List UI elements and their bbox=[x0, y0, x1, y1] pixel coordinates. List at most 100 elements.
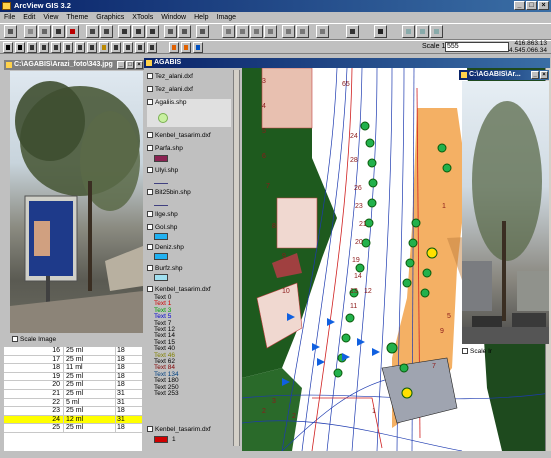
help-icon[interactable] bbox=[346, 25, 359, 38]
image-info-icon[interactable] bbox=[193, 42, 203, 53]
menu-graphics[interactable]: Graphics bbox=[96, 12, 124, 23]
theme-properties-icon[interactable] bbox=[38, 25, 51, 38]
zoom-previous-icon[interactable] bbox=[164, 25, 177, 38]
toc-item-parfa[interactable]: Parfa.shp bbox=[147, 145, 183, 152]
toc-item-kenbel-1[interactable]: Kenbel_tasarim.dxf bbox=[147, 132, 211, 139]
save-project-icon[interactable] bbox=[4, 25, 17, 38]
scale-image-checkbox-right[interactable]: Scale Ir bbox=[462, 348, 492, 355]
table-row[interactable]: 17 25 ml 18 bbox=[4, 355, 142, 365]
menu-file[interactable]: File bbox=[4, 12, 15, 23]
measure-icon[interactable] bbox=[87, 42, 97, 53]
toc-checkbox[interactable] bbox=[147, 189, 153, 196]
zoom-out-tool-icon[interactable] bbox=[63, 42, 73, 53]
sigma-icon[interactable] bbox=[374, 25, 387, 38]
text-tool-icon[interactable] bbox=[123, 42, 133, 53]
image-scale-icon[interactable] bbox=[416, 25, 429, 38]
zoom-full-icon[interactable] bbox=[86, 25, 99, 38]
toc-checkbox[interactable] bbox=[147, 211, 153, 218]
menu-help[interactable]: Help bbox=[194, 12, 208, 23]
toc-item-gol[interactable]: Gol.shp bbox=[147, 224, 177, 231]
menu-image[interactable]: Image bbox=[217, 12, 236, 23]
zoom-in-tool-icon[interactable] bbox=[51, 42, 61, 53]
map-calc-icon[interactable] bbox=[282, 25, 295, 38]
chart-icon[interactable] bbox=[316, 25, 329, 38]
left-image-titlebar[interactable]: C:\AGABIS\Arazi_foto\343.jpg _ □ × bbox=[4, 60, 144, 70]
locate-address-icon[interactable] bbox=[236, 25, 249, 38]
identify-icon[interactable] bbox=[3, 42, 13, 53]
menu-edit[interactable]: Edit bbox=[23, 12, 35, 23]
edit-legend-icon[interactable] bbox=[52, 25, 65, 38]
area-select-icon[interactable] bbox=[111, 42, 121, 53]
select-features-icon[interactable] bbox=[178, 25, 191, 38]
draw-point-icon[interactable] bbox=[135, 42, 145, 53]
table-row[interactable]: 21 25 ml 31 bbox=[4, 389, 142, 399]
menu-view[interactable]: View bbox=[43, 12, 58, 23]
table-row[interactable]: 19 25 ml 18 bbox=[4, 372, 142, 382]
table-row[interactable]: 23 25 ml 18 bbox=[4, 407, 142, 416]
maximize-button[interactable]: □ bbox=[126, 61, 134, 69]
clear-selection-icon[interactable] bbox=[264, 25, 277, 38]
zoom-in-icon[interactable] bbox=[132, 25, 145, 38]
checkbox[interactable] bbox=[462, 348, 468, 355]
toc-checkbox[interactable] bbox=[147, 73, 153, 80]
toc-checkbox[interactable] bbox=[147, 244, 153, 251]
hot-link-icon[interactable] bbox=[250, 25, 263, 38]
toc-item-tez-alani-1[interactable]: Tez_alani.dxf bbox=[147, 73, 193, 80]
open-table-icon[interactable] bbox=[66, 25, 79, 38]
close-button[interactable]: × bbox=[540, 71, 548, 79]
toc-item-deniz[interactable]: Deniz.shp bbox=[147, 244, 184, 251]
menu-theme[interactable]: Theme bbox=[66, 12, 88, 23]
scale-image-checkbox[interactable]: Scale Image bbox=[12, 336, 56, 343]
menu-xtools[interactable]: XTools bbox=[132, 12, 153, 23]
toc-checkbox[interactable] bbox=[147, 99, 153, 106]
hotlink-tool-icon[interactable] bbox=[99, 42, 109, 53]
zoom-selected-icon[interactable] bbox=[118, 25, 131, 38]
toc-item-kenbel-2[interactable]: Kenbel_tasarim.dxf bbox=[147, 286, 211, 293]
toc-vertical-scrollbar[interactable] bbox=[233, 70, 239, 446]
toc-item-ilge[interactable]: Ilge.shp bbox=[147, 211, 178, 218]
toc-checkbox[interactable] bbox=[147, 265, 153, 272]
toc-checkbox[interactable] bbox=[147, 86, 153, 93]
toc-checkbox[interactable] bbox=[147, 426, 153, 433]
view-window-titlebar[interactable]: AGABIS bbox=[144, 58, 550, 68]
scale-input[interactable]: 555 bbox=[445, 42, 509, 52]
toc-item-bit25bin[interactable]: Bit25bin.shp bbox=[147, 189, 191, 196]
close-button[interactable]: × bbox=[538, 1, 549, 10]
table-row-selected[interactable]: 24 12 ml 31 bbox=[4, 415, 142, 425]
vertex-edit-icon[interactable] bbox=[27, 42, 37, 53]
table-row[interactable]: 20 25 ml 18 bbox=[4, 381, 142, 390]
toc-checkbox[interactable] bbox=[147, 224, 153, 231]
query-builder-icon[interactable] bbox=[196, 25, 209, 38]
zoom-out-icon[interactable] bbox=[146, 25, 159, 38]
table-row[interactable]: 25 25 ml 18 bbox=[4, 424, 142, 433]
checkbox[interactable] bbox=[12, 336, 18, 343]
toc-checkbox[interactable] bbox=[147, 132, 153, 139]
minimize-button[interactable]: _ bbox=[514, 1, 525, 10]
pan-icon[interactable] bbox=[75, 42, 85, 53]
image-fit-icon[interactable] bbox=[430, 25, 443, 38]
image-view-icon[interactable] bbox=[402, 25, 415, 38]
toc-item-kenbel-3[interactable]: Kenbel_tasarim.dxf bbox=[147, 426, 211, 433]
toc-checkbox[interactable] bbox=[147, 167, 153, 174]
menu-window[interactable]: Window bbox=[161, 12, 186, 23]
toc-checkbox[interactable] bbox=[147, 286, 153, 293]
table-row[interactable]: 18 11 ml 18 bbox=[4, 364, 142, 373]
select-tool-icon[interactable] bbox=[39, 42, 49, 53]
table-row[interactable]: 16 25 ml 18 bbox=[4, 347, 142, 356]
pointer-icon[interactable] bbox=[15, 42, 25, 53]
toc-checkbox[interactable] bbox=[147, 145, 153, 152]
layout-icon[interactable] bbox=[296, 25, 309, 38]
toc-item-ulyi[interactable]: Ulyi.shp bbox=[147, 167, 178, 174]
minimize-button[interactable]: _ bbox=[531, 71, 539, 79]
find-icon[interactable] bbox=[222, 25, 235, 38]
image-link-icon[interactable] bbox=[181, 42, 191, 53]
table-row[interactable]: 22 5 ml 31 bbox=[4, 398, 142, 408]
image-tool-icon[interactable] bbox=[169, 42, 179, 53]
close-button[interactable]: × bbox=[135, 61, 143, 69]
minimize-button[interactable]: _ bbox=[117, 61, 125, 69]
maximize-button[interactable]: □ bbox=[526, 1, 537, 10]
right-image-titlebar[interactable]: C:\AGABIS\Ar... _ × bbox=[459, 70, 549, 80]
add-theme-icon[interactable] bbox=[24, 25, 37, 38]
toc-item-burfz[interactable]: Burfz.shp bbox=[147, 265, 182, 272]
zoom-layer-icon[interactable] bbox=[100, 25, 113, 38]
